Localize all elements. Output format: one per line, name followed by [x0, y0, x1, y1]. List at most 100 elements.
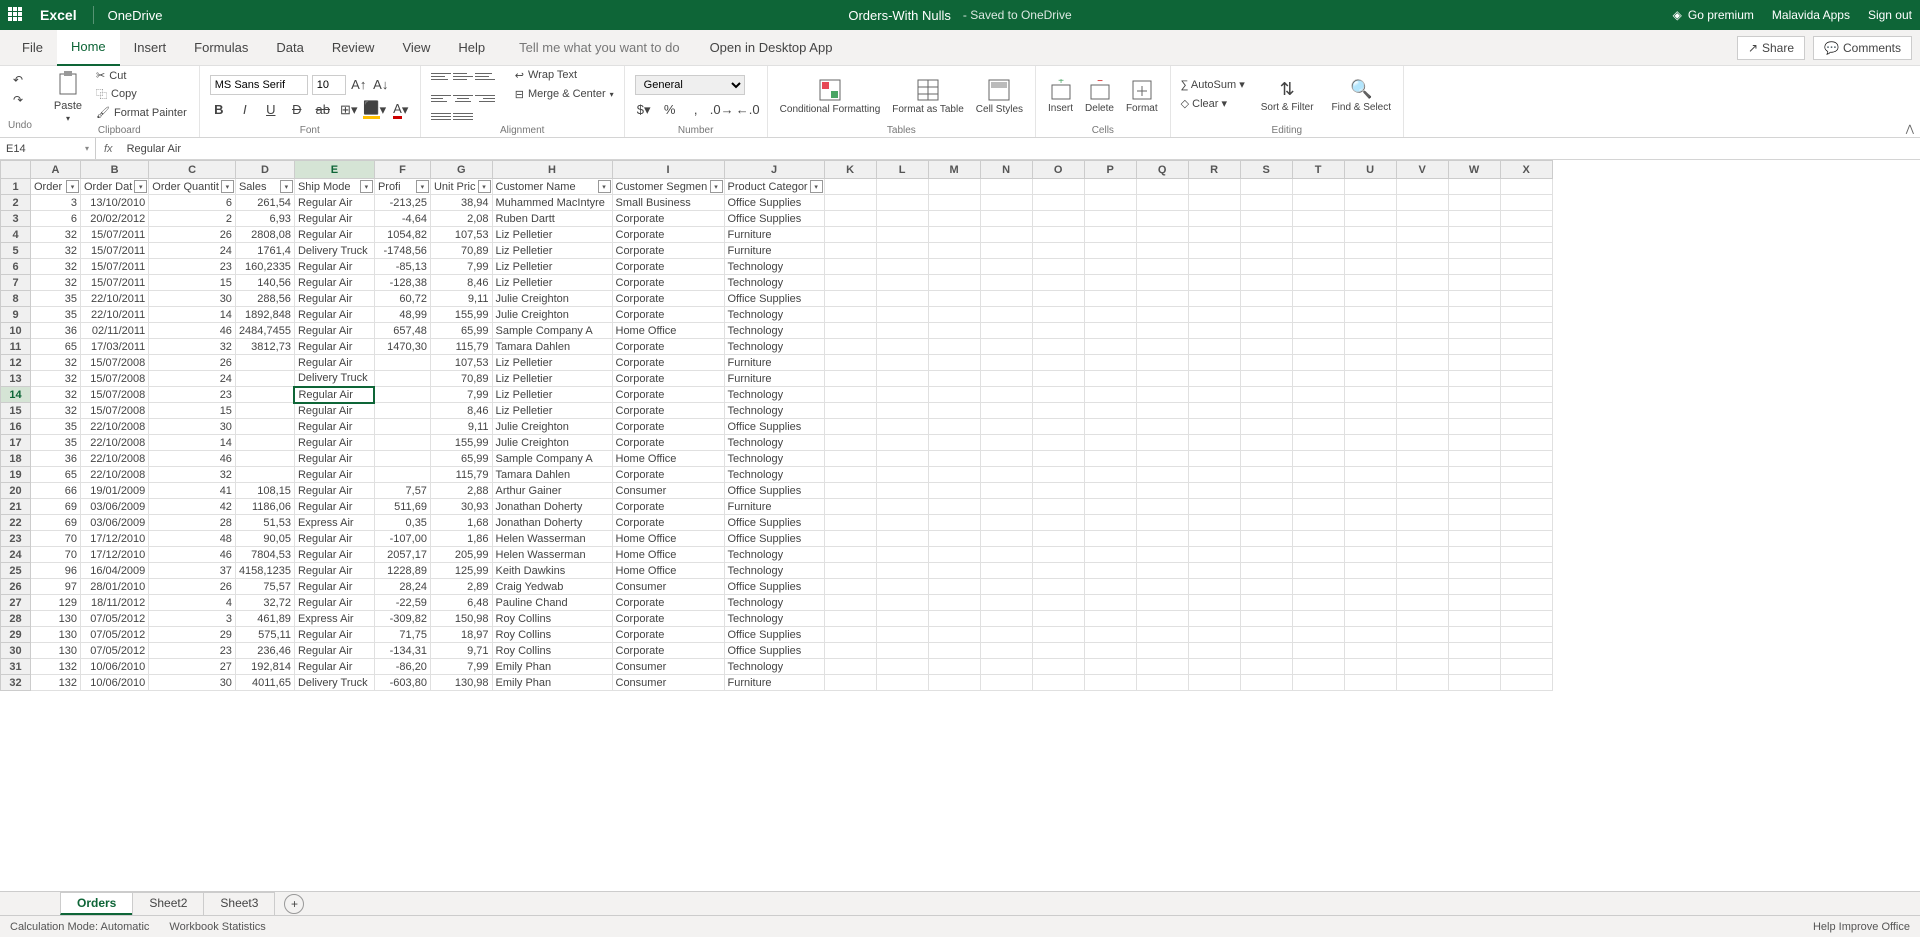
cell[interactable] [1500, 339, 1552, 355]
cell[interactable] [1448, 323, 1500, 339]
cell[interactable] [1188, 227, 1240, 243]
cell[interactable]: Julie Creighton [492, 419, 612, 435]
cell[interactable] [876, 659, 928, 675]
cell[interactable] [1240, 563, 1292, 579]
cell[interactable] [1084, 611, 1136, 627]
cell[interactable]: 7,99 [430, 659, 492, 675]
row-header-9[interactable]: 9 [1, 307, 31, 323]
cell[interactable] [1188, 275, 1240, 291]
cell[interactable] [1240, 627, 1292, 643]
filter-icon[interactable]: ▾ [810, 180, 823, 193]
cell[interactable]: Office Supplies [724, 291, 824, 307]
cell[interactable]: Regular Air [294, 435, 374, 451]
cell[interactable] [1344, 451, 1396, 467]
cell[interactable] [1292, 547, 1344, 563]
open-desktop-button[interactable]: Open in Desktop App [710, 40, 833, 55]
cell[interactable]: Ruben Dartt [492, 211, 612, 227]
cell[interactable]: Technology [724, 323, 824, 339]
cell[interactable] [876, 275, 928, 291]
cell[interactable] [1396, 371, 1448, 387]
cell[interactable]: Consumer [612, 675, 724, 691]
cell[interactable] [1136, 483, 1188, 499]
cell[interactable] [1136, 531, 1188, 547]
col-header-M[interactable]: M [928, 161, 980, 179]
cell[interactable]: Technology [724, 403, 824, 419]
cell[interactable] [1292, 243, 1344, 259]
cell[interactable] [1032, 179, 1084, 195]
cell[interactable] [1084, 627, 1136, 643]
header-cell[interactable]: Profi▾ [374, 179, 430, 195]
cell[interactable] [1084, 563, 1136, 579]
cell[interactable] [1136, 387, 1188, 403]
cell[interactable] [1292, 179, 1344, 195]
cell[interactable]: 30 [149, 291, 236, 307]
cell[interactable] [1396, 259, 1448, 275]
cell[interactable] [1396, 323, 1448, 339]
cell[interactable]: Corporate [612, 499, 724, 515]
cell[interactable]: 8,46 [430, 275, 492, 291]
cell[interactable]: 17/03/2011 [81, 339, 149, 355]
cell[interactable] [1032, 531, 1084, 547]
cell[interactable]: Corporate [612, 355, 724, 371]
cell[interactable]: Emily Phan [492, 659, 612, 675]
cell[interactable] [1032, 243, 1084, 259]
row-header-17[interactable]: 17 [1, 435, 31, 451]
cell[interactable]: 130 [31, 643, 81, 659]
cell[interactable] [980, 403, 1032, 419]
cell[interactable]: Keith Dawkins [492, 563, 612, 579]
cell[interactable]: Liz Pelletier [492, 259, 612, 275]
cell[interactable] [1500, 195, 1552, 211]
row-header-10[interactable]: 10 [1, 323, 31, 339]
cell[interactable] [1032, 515, 1084, 531]
cell[interactable] [876, 563, 928, 579]
cell[interactable]: Furniture [724, 243, 824, 259]
cell[interactable]: 36 [31, 323, 81, 339]
sign-out-button[interactable]: Sign out [1868, 8, 1912, 22]
cell[interactable]: 3 [149, 611, 236, 627]
cell[interactable]: Technology [724, 467, 824, 483]
app-launcher-icon[interactable] [8, 7, 24, 23]
cell[interactable] [1136, 515, 1188, 531]
cell[interactable]: Corporate [612, 595, 724, 611]
cell[interactable] [1032, 483, 1084, 499]
cell[interactable]: 24 [149, 371, 236, 387]
cell[interactable]: 130,98 [430, 675, 492, 691]
cell[interactable] [1188, 355, 1240, 371]
cell[interactable] [1344, 355, 1396, 371]
cell[interactable] [1136, 179, 1188, 195]
cell[interactable] [1188, 371, 1240, 387]
cell[interactable]: Office Supplies [724, 627, 824, 643]
cell[interactable] [876, 355, 928, 371]
cell[interactable] [1188, 419, 1240, 435]
cell[interactable]: 65 [31, 339, 81, 355]
header-cell[interactable]: Order Quantit▾ [149, 179, 236, 195]
cell[interactable] [1500, 275, 1552, 291]
cell[interactable] [1448, 451, 1500, 467]
cell[interactable] [980, 259, 1032, 275]
cell[interactable]: 51,53 [235, 515, 294, 531]
cell[interactable] [1448, 467, 1500, 483]
cell[interactable] [1344, 515, 1396, 531]
cell[interactable] [1292, 611, 1344, 627]
cell[interactable]: Roy Collins [492, 643, 612, 659]
cell[interactable]: -22,59 [374, 595, 430, 611]
cell[interactable] [1240, 243, 1292, 259]
cell[interactable] [1500, 243, 1552, 259]
cell[interactable] [824, 291, 876, 307]
cell[interactable] [928, 195, 980, 211]
cell[interactable]: 8,46 [430, 403, 492, 419]
cell[interactable] [980, 659, 1032, 675]
cell[interactable] [1136, 467, 1188, 483]
cell[interactable]: Jonathan Doherty [492, 499, 612, 515]
cell[interactable]: 0,35 [374, 515, 430, 531]
font-color-button[interactable]: A▾ [392, 101, 410, 119]
cell[interactable] [1448, 435, 1500, 451]
cell[interactable] [1448, 595, 1500, 611]
cell[interactable]: Home Office [612, 451, 724, 467]
cell[interactable] [1292, 355, 1344, 371]
cell[interactable] [876, 419, 928, 435]
cell[interactable] [1240, 323, 1292, 339]
cell[interactable]: -213,25 [374, 195, 430, 211]
cell[interactable] [1500, 483, 1552, 499]
cell[interactable]: 46 [149, 323, 236, 339]
